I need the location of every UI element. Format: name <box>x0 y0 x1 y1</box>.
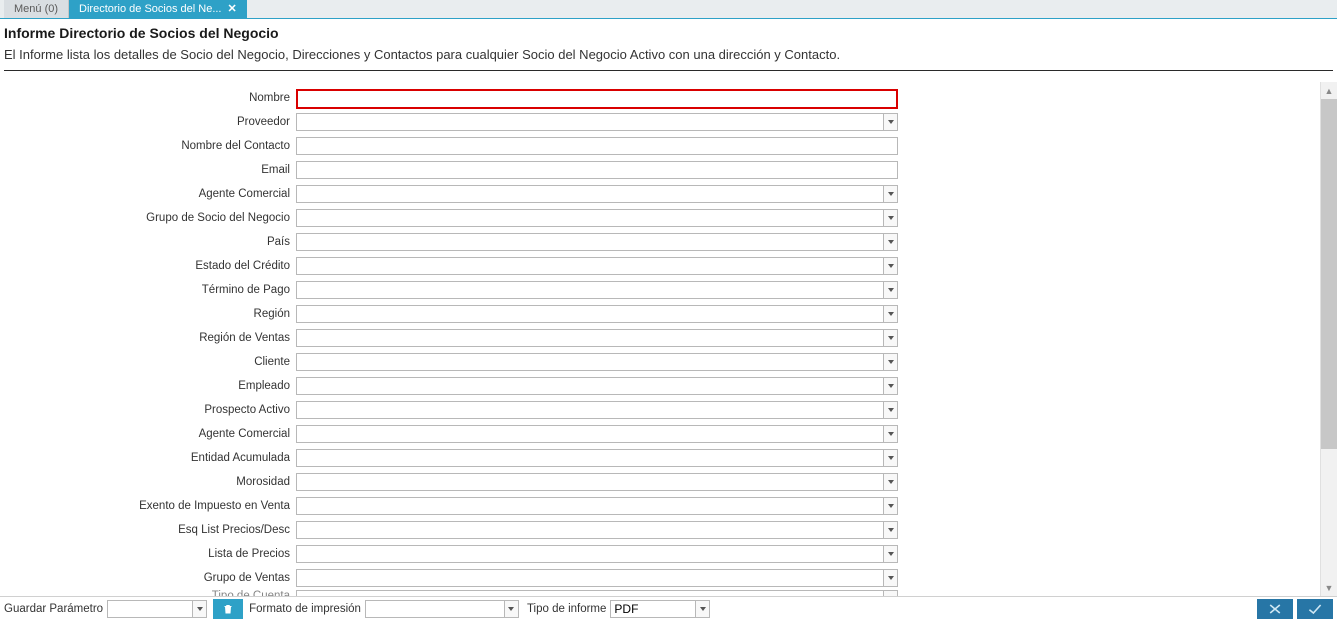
estado-credito-input[interactable] <box>296 257 884 275</box>
termino-pago-dropdown[interactable] <box>884 281 898 299</box>
proveedor-input[interactable] <box>296 113 884 131</box>
tab-menu-label: Menú (0) <box>14 3 58 15</box>
morosidad-dropdown[interactable] <box>884 473 898 491</box>
delete-button[interactable] <box>213 599 243 619</box>
label-nombre: Nombre <box>0 92 296 104</box>
bottom-bar: Guardar Parámetro Formato de impresión T… <box>0 596 1337 620</box>
x-icon <box>1267 603 1283 615</box>
tipo-informe-field <box>610 600 710 618</box>
label-exento-impuesto: Exento de Impuesto en Venta <box>0 500 296 512</box>
label-pais: País <box>0 236 296 248</box>
formato-impresion-field <box>365 600 519 618</box>
label-termino-pago: Término de Pago <box>0 284 296 296</box>
entidad-acumulada-dropdown[interactable] <box>884 449 898 467</box>
page-title: Informe Directorio de Socios del Negocio <box>4 25 1333 47</box>
region-ventas-input[interactable] <box>296 329 884 347</box>
region-dropdown[interactable] <box>884 305 898 323</box>
scroll-down-icon[interactable]: ▼ <box>1321 579 1337 596</box>
tipo-informe-label: Tipo de informe <box>527 603 606 615</box>
guardar-parametro-dropdown[interactable] <box>193 600 207 618</box>
estado-credito-dropdown[interactable] <box>884 257 898 275</box>
exento-impuesto-input[interactable] <box>296 497 884 515</box>
guardar-parametro-input[interactable] <box>107 600 193 618</box>
cancel-button[interactable] <box>1257 599 1293 619</box>
region-ventas-dropdown[interactable] <box>884 329 898 347</box>
tabs-bar: Menú (0) Directorio de Socios del Ne... … <box>0 0 1337 19</box>
agente-comercial-2-input[interactable] <box>296 425 884 443</box>
scrollbar[interactable]: ▲ ▼ <box>1320 82 1337 596</box>
cliente-input[interactable] <box>296 353 884 371</box>
label-estado-credito: Estado del Crédito <box>0 260 296 272</box>
nombre-contacto-input[interactable] <box>296 137 898 155</box>
prospecto-activo-dropdown[interactable] <box>884 401 898 419</box>
label-prospecto-activo: Prospecto Activo <box>0 404 296 416</box>
email-input[interactable] <box>296 161 898 179</box>
label-agente-comercial: Agente Comercial <box>0 188 296 200</box>
label-empleado: Empleado <box>0 380 296 392</box>
header-divider <box>4 70 1333 71</box>
grupo-socio-dropdown[interactable] <box>884 209 898 227</box>
label-email: Email <box>0 164 296 176</box>
guardar-parametro-field <box>107 600 207 618</box>
agente-comercial-dropdown[interactable] <box>884 185 898 203</box>
prospecto-activo-input[interactable] <box>296 401 884 419</box>
close-icon[interactable]: ✕ <box>227 4 236 15</box>
confirm-button[interactable] <box>1297 599 1333 619</box>
exento-impuesto-dropdown[interactable] <box>884 497 898 515</box>
esq-list-precios-input[interactable] <box>296 521 884 539</box>
label-proveedor: Proveedor <box>0 116 296 128</box>
termino-pago-input[interactable] <box>296 281 884 299</box>
page-header: Informe Directorio de Socios del Negocio… <box>0 19 1337 75</box>
agente-comercial-input[interactable] <box>296 185 884 203</box>
tipo-informe-dropdown[interactable] <box>696 600 710 618</box>
tab-active[interactable]: Directorio de Socios del Ne... ✕ <box>69 0 247 18</box>
label-entidad-acumulada: Entidad Acumulada <box>0 452 296 464</box>
empleado-input[interactable] <box>296 377 884 395</box>
trash-icon <box>222 602 234 616</box>
region-input[interactable] <box>296 305 884 323</box>
check-icon <box>1307 603 1323 615</box>
label-nombre-contacto: Nombre del Contacto <box>0 140 296 152</box>
label-lista-precios: Lista de Precios <box>0 548 296 560</box>
label-cliente: Cliente <box>0 356 296 368</box>
lista-precios-dropdown[interactable] <box>884 545 898 563</box>
tipo-informe-input[interactable] <box>610 600 696 618</box>
grupo-socio-input[interactable] <box>296 209 884 227</box>
label-region: Región <box>0 308 296 320</box>
grupo-ventas-dropdown[interactable] <box>884 569 898 587</box>
pais-dropdown[interactable] <box>884 233 898 251</box>
guardar-parametro-label: Guardar Parámetro <box>4 603 103 615</box>
grupo-ventas-input[interactable] <box>296 569 884 587</box>
page-description: El Informe lista los detalles de Socio d… <box>4 47 1333 68</box>
label-morosidad: Morosidad <box>0 476 296 488</box>
formato-impresion-input[interactable] <box>365 600 505 618</box>
form-wrapper: Nombre Proveedor Nombre del Contacto <box>0 82 1317 596</box>
formato-impresion-dropdown[interactable] <box>505 600 519 618</box>
empleado-dropdown[interactable] <box>884 377 898 395</box>
morosidad-input[interactable] <box>296 473 884 491</box>
cliente-dropdown[interactable] <box>884 353 898 371</box>
label-agente-comercial-2: Agente Comercial <box>0 428 296 440</box>
proveedor-dropdown[interactable] <box>884 113 898 131</box>
lista-precios-input[interactable] <box>296 545 884 563</box>
formato-impresion-label: Formato de impresión <box>249 603 361 615</box>
form-scroll: Nombre Proveedor Nombre del Contacto <box>0 82 1317 596</box>
scroll-up-icon[interactable]: ▲ <box>1321 82 1337 99</box>
pais-input[interactable] <box>296 233 884 251</box>
esq-list-precios-dropdown[interactable] <box>884 521 898 539</box>
label-grupo-ventas: Grupo de Ventas <box>0 572 296 584</box>
tab-active-label: Directorio de Socios del Ne... <box>79 3 221 15</box>
agente-comercial-2-dropdown[interactable] <box>884 425 898 443</box>
label-region-ventas: Región de Ventas <box>0 332 296 344</box>
label-esq-list-precios: Esq List Precios/Desc <box>0 524 296 536</box>
scroll-thumb[interactable] <box>1321 99 1337 449</box>
tab-menu[interactable]: Menú (0) <box>4 0 69 18</box>
nombre-input[interactable] <box>296 89 898 109</box>
entidad-acumulada-input[interactable] <box>296 449 884 467</box>
label-grupo-socio: Grupo de Socio del Negocio <box>0 212 296 224</box>
